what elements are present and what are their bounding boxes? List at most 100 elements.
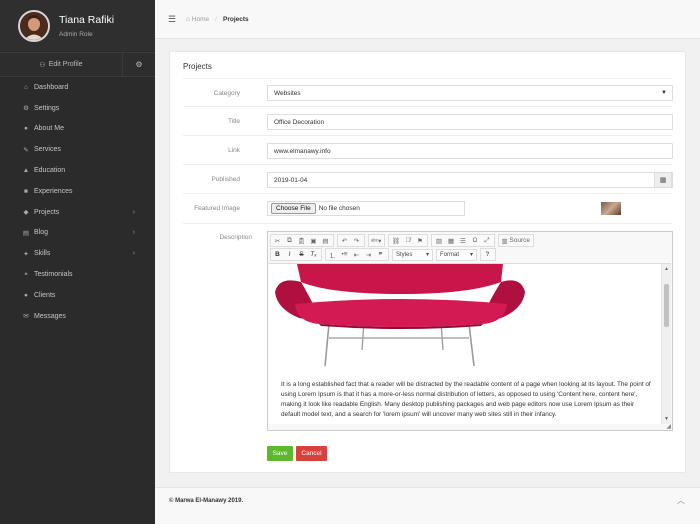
link-input[interactable]: www.elmanawy.info [267,143,673,159]
spellcheck-icon[interactable]: ᵃᵇᶜ▾ [370,235,382,247]
maximize-icon[interactable]: ⤢ [481,235,492,247]
format-label: Format [440,251,460,258]
bold-icon[interactable]: B [272,249,283,261]
editor-body-text: It is a long established fact that a rea… [281,381,651,418]
unlink-icon[interactable]: ⛓̸ [402,235,413,247]
cancel-button[interactable]: Cancel [296,446,327,461]
editor-content[interactable]: It is a long established fact that a rea… [269,263,671,424]
sidebar-item-dashboard[interactable]: ⌂ Dashboard [0,77,155,98]
scroll-down-icon[interactable]: ▼ [664,416,669,422]
outdent-icon[interactable]: ⇤ [351,249,362,261]
sidebar-item-label: Dashboard [34,83,69,91]
editor-scrollbar[interactable]: ▲ ▼ [661,264,671,424]
copy-icon[interactable]: ⧉ [284,235,295,247]
home-icon: ⌂ [186,15,191,23]
paste-text-icon[interactable]: ▣ [308,235,319,247]
breadcrumb-home[interactable]: ⌂ Home [186,16,209,23]
category-label: Category [213,90,240,97]
basic-style-group: B I S Tₓ [270,248,322,261]
italic-icon[interactable]: I [284,249,295,261]
insert-group: ▨ ▦ ☰ Ω ⤢ [431,234,496,247]
published-label: Published [211,176,240,183]
featured-image-file-input[interactable]: Choose File No file chosen [267,201,465,216]
sidebar-item-skills[interactable]: ✦ Skills › [0,243,155,264]
featured-image-row: Featured Image Choose File No file chose… [183,194,672,224]
featured-image-thumbnail [601,202,621,215]
table-icon[interactable]: ▦ [445,235,456,247]
published-date-input[interactable]: 2019-01-04 ▦ [267,172,673,188]
scroll-up-icon[interactable]: ▲ [664,266,669,272]
edit-profile-button[interactable]: ⚇ Edit Profile [0,53,123,76]
sidebar-item-settings[interactable]: ⚙ Settings [0,98,155,119]
sidebar-item-testimonials[interactable]: ❝ Testimonials [0,264,155,285]
source-button[interactable]: ▥ Source [500,235,531,247]
cut-icon[interactable]: ✂ [272,235,283,247]
scroll-thumb[interactable] [664,284,669,327]
chevron-down-icon: ▾ [469,252,473,258]
format-dropdown[interactable]: Format ▾ [436,248,477,261]
link-group: ⛓ ⛓̸ ⚑ [388,234,429,247]
sidebar-item-label: Messages [34,312,66,320]
bulleted-list-icon[interactable]: •≡ [339,249,350,261]
save-button[interactable]: Save [267,446,293,461]
source-group: ▥ Source [498,234,535,247]
title-input[interactable]: Office Decoration [267,114,673,130]
sidebar-item-services[interactable]: ✎ Services [0,139,155,160]
briefcase-icon: ■ [24,187,28,195]
featured-image-label: Featured Image [194,205,240,212]
undo-icon[interactable]: ↶ [339,235,350,247]
category-value: Websites [274,89,301,97]
list-group: ⒈ •≡ ⇤ ⇥ ❞ [325,248,389,261]
rich-text-editor: ✂ ⧉ 📋︎ ▣ ▤ ↶ ↷ ᵃᵇᶜ▾ ⛓ ⛓̸ ⚑ ▨ ▦ ☰ Ω ⤢ ▥ S… [267,231,673,431]
sidebar-item-education[interactable]: ▲ Education [0,160,155,181]
chevron-right-icon: › [132,208,135,216]
styles-dropdown[interactable]: Styles ▾ [392,248,433,261]
sidebar-item-label: Testimonials [34,271,73,279]
sidebar-item-clients[interactable]: ● Clients [0,285,155,306]
settings-gear-button[interactable]: ⚙ [123,53,155,76]
link-icon[interactable]: ⛓ [390,235,401,247]
paste-icon[interactable]: 📋︎ [296,235,307,247]
menu-toggle-icon[interactable]: ☰ [168,14,176,25]
remove-format-icon[interactable]: Tₓ [308,249,319,261]
gear-icon: ⚙ [135,60,143,69]
breadcrumb-separator: / [215,15,217,23]
indent-icon[interactable]: ⇥ [363,249,374,261]
numbered-list-icon[interactable]: ⒈ [327,249,338,261]
special-char-icon[interactable]: Ω [469,235,480,247]
link-label: Link [228,147,240,154]
sidebar: Tiana Rafiki Admin Role ⚇ Edit Profile ⚙… [0,0,155,524]
user-role: Admin Role [59,30,93,38]
sidebar-item-about-me[interactable]: ● About Me [0,119,155,140]
sidebar-item-experiences[interactable]: ■ Experiences [0,181,155,202]
help-icon[interactable]: ? [482,249,493,261]
user-name: Tiana Rafiki [59,13,115,26]
blockquote-icon[interactable]: ❞ [375,249,386,261]
redo-icon[interactable]: ↷ [351,235,362,247]
home-icon: ⌂ [24,83,28,91]
choose-file-button[interactable]: Choose File [271,203,316,214]
sidebar-item-projects[interactable]: ◆ Projects › [0,202,155,223]
profile-header: Tiana Rafiki Admin Role [0,0,155,51]
user-icon: ● [24,125,28,133]
sidebar-item-label: Experiences [34,187,73,195]
breadcrumb-current: Projects [222,15,249,23]
anchor-flag-icon[interactable]: ⚑ [414,235,425,247]
paste-word-icon[interactable]: ▤ [320,235,331,247]
published-row: Published 2019-01-04 ▦ [183,165,673,194]
horizontal-line-icon[interactable]: ☰ [457,235,468,247]
chevron-right-icon: › [132,229,135,237]
chevron-up-icon[interactable]: ︿ [677,495,685,506]
magic-icon: ✦ [23,250,29,258]
sidebar-item-messages[interactable]: ✉ Messages [0,306,155,327]
avatar[interactable] [18,9,50,42]
calendar-icon[interactable]: ▦ [654,172,672,188]
sidebar-item-label: Blog [34,229,49,237]
strike-icon[interactable]: S [296,249,307,261]
sofa-image [275,264,525,367]
resize-grip-icon[interactable]: ◢ [666,423,671,430]
category-select[interactable]: Websites ▼ [267,85,673,101]
sidebar-item-blog[interactable]: ▤ Blog › [0,223,155,244]
image-icon[interactable]: ▨ [433,235,444,247]
sidebar-item-label: About Me [34,125,64,133]
